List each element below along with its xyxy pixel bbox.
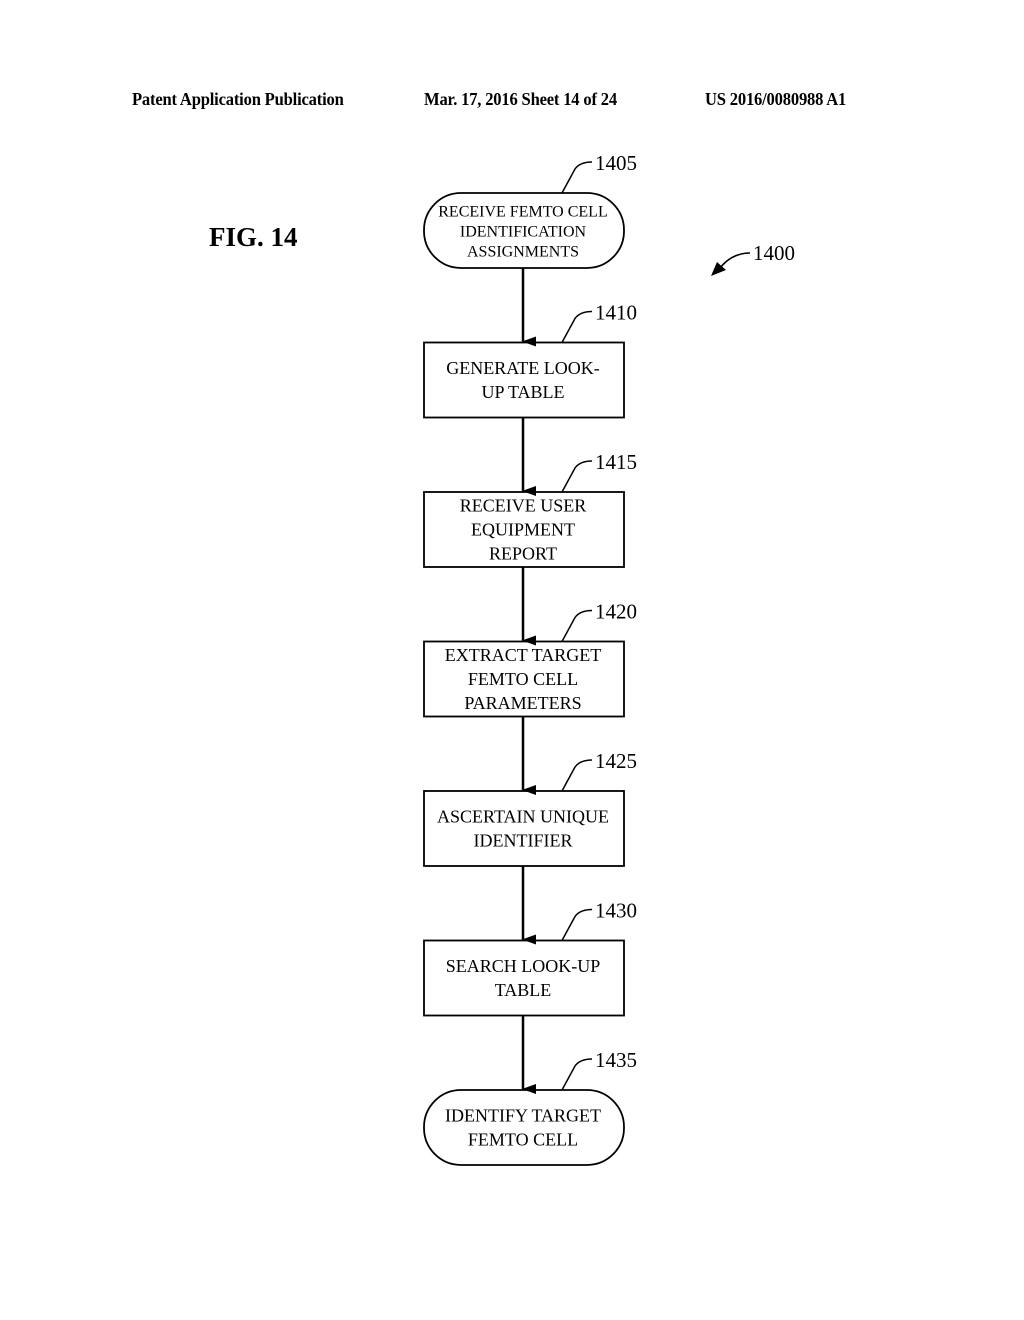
step-label-line: IDENTIFICATION	[460, 224, 587, 241]
terminal-shape	[423, 1089, 625, 1166]
step-label-line: IDENTIFIER	[474, 831, 573, 851]
step-reference-number: 1405	[595, 151, 637, 175]
flow-step-1435: IDENTIFY TARGET FEMTO CELL 1435	[423, 1048, 637, 1166]
step-label-line: TABLE	[495, 980, 552, 1000]
step-label-line: EXTRACT TARGET	[445, 645, 601, 665]
step-reference-number: 1430	[595, 899, 637, 923]
step-label-line: FEMTO CELL	[468, 1130, 578, 1150]
reference-leader-line	[561, 908, 593, 941]
flow-step-1425: ASCERTAIN UNIQUE IDENTIFIER 1425	[423, 749, 637, 867]
flow-step-1410: GENERATE LOOK- UP TABLE 1410	[423, 301, 637, 419]
step-reference-number: 1410	[595, 301, 637, 325]
reference-leader-line	[561, 161, 593, 194]
figure-ref-arrow-line	[719, 252, 751, 269]
reference-leader-line	[561, 310, 593, 343]
flowchart: 1400 RECEIVE FEMTO CELL IDENTIFICATION ASS…	[423, 151, 795, 1166]
step-reference-number: 1415	[595, 450, 637, 474]
step-label-line: EQUIPMENT	[471, 520, 575, 540]
process-box	[423, 790, 625, 867]
step-label-line: REPORT	[489, 544, 557, 564]
process-box	[423, 341, 625, 419]
step-label-line: SEARCH LOOK-UP	[446, 956, 601, 976]
flow-step-1430: SEARCH LOOK-UP TABLE 1430	[423, 899, 637, 1017]
figure-ref-number: 1400	[753, 241, 795, 265]
flow-step-1420: EXTRACT TARGET FEMTO CELL PARAMETERS 1420	[423, 600, 637, 718]
step-label-line: IDENTIFY TARGET	[445, 1106, 601, 1126]
step-label-line: GENERATE LOOK-	[446, 358, 599, 378]
flow-step-1415: RECEIVE USER EQUIPMENT REPORT 1415	[423, 450, 637, 568]
reference-leader-line	[561, 609, 593, 642]
step-reference-number: 1425	[595, 749, 637, 773]
figure-ref-indicator: 1400	[711, 241, 795, 276]
step-label-line: UP TABLE	[481, 382, 564, 402]
reference-leader-line	[561, 759, 593, 792]
step-reference-number: 1435	[595, 1048, 637, 1072]
step-reference-number: 1420	[595, 600, 637, 624]
step-label-line: ASCERTAIN UNIQUE	[437, 807, 609, 827]
step-label-line: FEMTO CELL	[468, 669, 578, 689]
step-label-line: PARAMETERS	[464, 693, 581, 713]
step-label-line: ASSIGNMENTS	[467, 244, 579, 261]
step-label-line: RECEIVE FEMTO CELL	[438, 204, 607, 221]
reference-leader-line	[561, 460, 593, 493]
reference-leader-line	[561, 1058, 593, 1091]
process-box	[423, 939, 625, 1017]
step-label-line: RECEIVE USER	[460, 496, 587, 516]
flow-step-1405: RECEIVE FEMTO CELL IDENTIFICATION ASSIGNME…	[423, 151, 637, 269]
